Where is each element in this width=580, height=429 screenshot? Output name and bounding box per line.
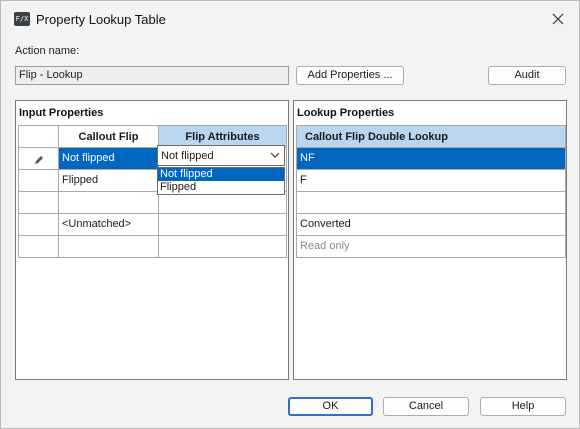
column-header-callout-flip[interactable]: Callout Flip (58, 125, 159, 148)
table-row: Read only (296, 235, 566, 258)
flip-attributes-combo[interactable]: Not flipped (157, 145, 285, 166)
lookup-properties-panel: Lookup Properties Callout Flip Double Lo… (293, 100, 567, 380)
combo-value: Not flipped (161, 150, 214, 162)
table-row: NF (296, 147, 566, 170)
cell-lookup[interactable]: NF (296, 147, 566, 170)
cell-callout-flip[interactable] (58, 191, 159, 214)
input-properties-title: Input Properties (19, 107, 104, 119)
action-name-field[interactable]: Flip - Lookup (15, 66, 289, 85)
cell-callout-flip[interactable] (58, 235, 159, 258)
table-row (18, 235, 287, 258)
column-header-callout-flip-double-lookup[interactable]: Callout Flip Double Lookup (296, 125, 566, 148)
cell-lookup-read-only: Read only (296, 235, 566, 258)
cell-lookup[interactable]: Converted (296, 213, 566, 236)
table-row: Converted (296, 213, 566, 236)
cell-callout-flip[interactable]: <Unmatched> (58, 213, 159, 236)
cell-flip-attributes[interactable] (158, 213, 287, 236)
cell-flip-attributes[interactable] (158, 235, 287, 258)
row-header-corner (18, 125, 59, 148)
row-header[interactable] (18, 213, 59, 236)
dropdown-option-not-flipped[interactable]: Not flipped (158, 168, 284, 181)
help-button[interactable]: Help (480, 397, 566, 416)
cell-callout-flip[interactable]: Not flipped (58, 147, 159, 170)
lookup-properties-title: Lookup Properties (297, 107, 395, 119)
cancel-button[interactable]: Cancel (383, 397, 469, 416)
lookup-properties-grid: Callout Flip Double Lookup NF F Converte… (296, 125, 566, 258)
table-row: <Unmatched> (18, 213, 287, 236)
property-lookup-dialog: F/X Property Lookup Table Action name: F… (0, 0, 580, 429)
table-row: F (296, 169, 566, 192)
pencil-icon (34, 156, 43, 164)
input-properties-panel: Input Properties Callout Flip Flip Attri… (15, 100, 289, 380)
cell-callout-flip[interactable]: Flipped (58, 169, 159, 192)
audit-button[interactable]: Audit (488, 66, 566, 85)
dialog-title: Property Lookup Table (36, 12, 166, 27)
close-icon (552, 13, 564, 25)
row-header[interactable] (18, 147, 59, 170)
row-header[interactable] (18, 191, 59, 214)
table-row (296, 191, 566, 214)
chevron-down-icon[interactable] (270, 151, 280, 159)
dropdown-option-flipped[interactable]: Flipped (158, 181, 284, 194)
flip-attributes-dropdown-list: Not flipped Flipped (157, 167, 285, 195)
close-button[interactable] (545, 7, 571, 31)
row-header[interactable] (18, 169, 59, 192)
cell-lookup[interactable]: F (296, 169, 566, 192)
ok-button[interactable]: OK (288, 397, 373, 416)
app-icon: F/X (14, 12, 30, 26)
title-bar: F/X Property Lookup Table (1, 1, 579, 37)
action-name-label: Action name: (15, 45, 80, 57)
cell-lookup[interactable] (296, 191, 566, 214)
add-properties-button[interactable]: Add Properties ... (296, 66, 404, 85)
row-header[interactable] (18, 235, 59, 258)
